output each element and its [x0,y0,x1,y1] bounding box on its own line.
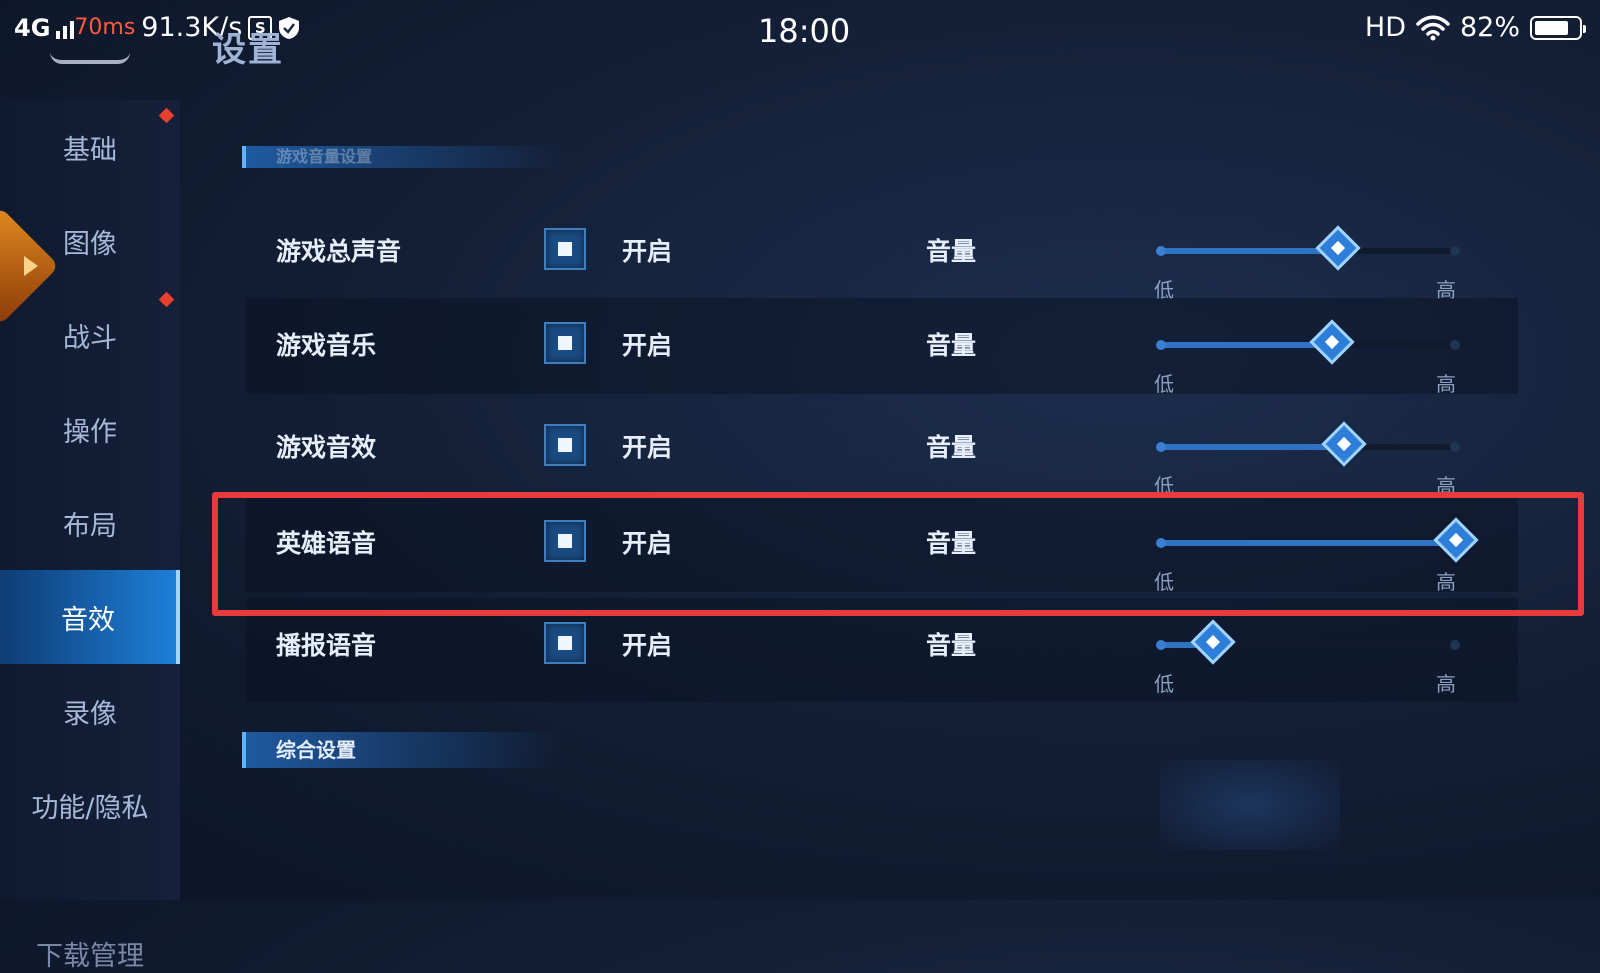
slider-end-dot [1450,340,1460,350]
volume-slider[interactable] [1156,421,1460,467]
background-glow [1160,760,1340,850]
notification-dot [158,107,175,124]
sidebar-item-layout[interactable]: 布局 [0,476,180,570]
setting-row-music: 游戏音乐 开启 音量 低 高 [246,298,1518,396]
setting-row-effects: 游戏音效 开启 音量 低 高 [246,400,1518,498]
wifi-icon [1416,15,1450,40]
slider-end-dot [1450,246,1460,256]
check-mark-icon [558,242,572,256]
slider-start-dot [1156,442,1166,452]
sidebar-item-label: 基础 [63,134,117,166]
slider-fill [1160,444,1344,450]
check-mark-icon [558,438,572,452]
toggle-label: 开启 [622,237,673,266]
notification-dot [158,291,175,308]
sidebar-item-controls[interactable]: 操作 [0,382,180,476]
slider-thumb[interactable] [1309,319,1355,365]
row-label: 游戏音乐 [276,331,377,360]
highlight-box [212,492,1584,616]
battery-fill [1535,20,1568,35]
row-label: 游戏音效 [276,433,377,462]
slider-start-dot [1156,340,1166,350]
volume-label: 音量 [926,433,977,462]
sidebar-item-downloads[interactable]: 下载管理 [0,852,180,972]
battery-icon [1530,15,1586,40]
volume-label: 音量 [926,331,977,360]
setting-row-master: 游戏总声音 开启 音量 低 高 [246,204,1518,302]
slider-fill [1160,342,1332,348]
volume-label: 音量 [926,631,977,660]
slider-end-dot [1450,640,1460,650]
volume-slider[interactable] [1156,225,1460,271]
section-header-general: 综合设置 [242,732,562,768]
slider-thumb[interactable] [1320,421,1367,467]
volume-slider[interactable] [1156,319,1460,365]
sidebar-item-label: 图像 [63,228,117,260]
row-label: 播报语音 [276,631,377,660]
play-arrow-icon [24,256,38,276]
toggle-label: 开启 [622,631,673,660]
sidebar-item-label: 战斗 [63,322,117,354]
settings-sidebar: 基础 图像 战斗 操作 布局 音效 录像 功能/隐私 下载管理 [0,100,180,972]
enable-checkbox[interactable] [544,228,586,270]
sidebar-item-basic[interactable]: 基础 [0,100,180,194]
sidebar-item-label: 布局 [63,510,117,542]
back-button[interactable] [50,30,130,64]
row-label: 游戏总声音 [276,237,402,266]
enable-checkbox[interactable] [544,322,586,364]
enable-checkbox[interactable] [544,622,586,664]
slider-thumb[interactable] [1314,225,1361,271]
high-label: 高 [1436,672,1456,696]
volume-slider[interactable] [1156,619,1460,665]
status-right: HD 82% [1364,12,1586,43]
check-mark-icon [558,336,572,350]
high-label: 高 [1436,372,1456,396]
toggle-label: 开启 [622,331,673,360]
slider-thumb[interactable] [1190,619,1236,665]
slider-fill [1160,248,1338,254]
sidebar-item-sound[interactable]: 音效 [0,570,180,664]
page-title: 设置 [212,30,284,70]
sidebar-item-privacy[interactable]: 功能/隐私 [0,758,180,852]
sidebar-item-label: 音效 [61,604,115,636]
slider-start-dot [1156,246,1166,256]
low-label: 低 [1154,672,1174,696]
sidebar-item-label: 录像 [63,698,117,730]
slider-start-dot [1156,640,1166,650]
sound-settings-panel: 游戏总声音 开启 音量 低 高 游戏音乐 开启 音量 低 高 游戏音效 开启 音… [246,204,1518,706]
enable-checkbox[interactable] [544,424,586,466]
network-type: 4G [14,13,51,42]
slider-end-dot [1450,442,1460,452]
sidebar-item-replay[interactable]: 录像 [0,664,180,758]
check-mark-icon [558,636,572,650]
clock: 18:00 [758,12,851,50]
sidebar-item-label: 下载管理 [36,941,144,972]
low-label: 低 [1154,372,1174,396]
sidebar-item-label: 功能/隐私 [31,792,149,824]
volume-label: 音量 [926,237,977,266]
sidebar-item-battle[interactable]: 战斗 [0,288,180,382]
toggle-label: 开启 [622,433,673,462]
hd-indicator: HD [1364,12,1406,43]
battery-nub [1583,24,1586,33]
battery-percent: 82% [1459,12,1520,43]
section-header-sound: 游戏音量设置 [242,146,562,168]
settings-screen: 4G 70ms 91.3K/s S 18:00 HD 82% 设置 基础 图像 … [0,0,1600,972]
sidebar-item-label: 操作 [63,416,117,448]
